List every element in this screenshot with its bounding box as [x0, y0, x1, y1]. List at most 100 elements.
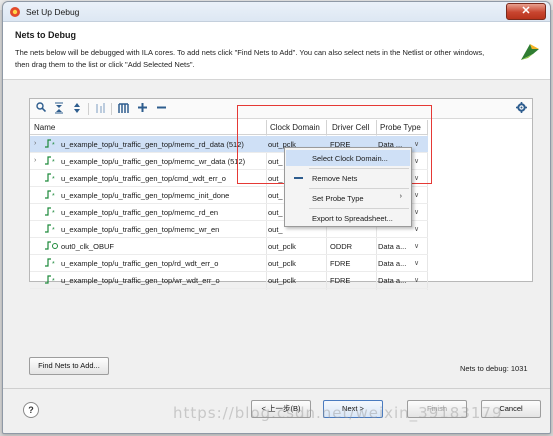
svg-text:*: * [52, 159, 55, 165]
remove-icon [294, 177, 303, 179]
net-name: u_example_top/u_traffic_gen_top/cmd_wdt_… [61, 174, 226, 183]
find-nets-button[interactable]: Find Nets to Add... [29, 357, 109, 375]
menu-item-set-probe-type[interactable]: Set Probe Type › [286, 190, 410, 206]
svg-text:*: * [52, 193, 55, 199]
chevron-down-icon[interactable]: ∨ [414, 191, 419, 199]
net-icon: * [45, 207, 59, 218]
net-name: out0_clk_OBUF [61, 242, 114, 251]
probe-type-cell[interactable]: Data a... [378, 242, 406, 251]
finish-button[interactable]: Finish [407, 400, 467, 418]
clock-net-icon [45, 241, 59, 252]
driver-cell: FDRE [330, 276, 351, 285]
net-icon: * [45, 190, 59, 201]
title-bar: Set Up Debug ✕ [3, 2, 550, 22]
expand-all-icon[interactable] [70, 102, 84, 116]
cancel-button[interactable]: Cancel [481, 400, 541, 418]
net-icon: * [45, 275, 59, 286]
clock-domain-cell[interactable]: out_pclk [268, 276, 296, 285]
page-header: Nets to Debug The nets below will be deb… [3, 22, 550, 80]
svg-text:*: * [52, 210, 55, 216]
columns-icon[interactable] [116, 102, 130, 116]
clock-domain-cell[interactable]: out_ [268, 174, 283, 183]
column-divider[interactable] [326, 120, 327, 135]
menu-item-label: Export to Spreadsheet... [312, 214, 393, 223]
net-icon: * [45, 139, 59, 150]
net-name: u_example_top/u_traffic_gen_top/rd_wdt_e… [61, 259, 219, 268]
menu-divider [309, 208, 409, 209]
menu-item-label: Select Clock Domain... [312, 154, 388, 163]
help-button[interactable]: ? [23, 402, 39, 418]
column-divider[interactable] [266, 120, 267, 135]
probe-type-cell[interactable]: Data a... [378, 276, 406, 285]
debug-window-icon [10, 7, 20, 17]
net-icon: * [45, 173, 59, 184]
driver-cell: ODDR [330, 242, 353, 251]
menu-item-label: Remove Nets [312, 174, 358, 183]
menu-item-export-spreadsheet[interactable]: Export to Spreadsheet... [286, 210, 410, 226]
column-divider[interactable] [376, 120, 377, 135]
chevron-down-icon[interactable]: ∨ [414, 174, 419, 182]
clock-domain-cell[interactable]: out_ [268, 157, 283, 166]
collapse-all-icon[interactable] [52, 102, 66, 116]
driver-cell: FDRE [330, 259, 351, 268]
table-row[interactable]: * u_example_top/u_traffic_gen_top/rd_wdt_… [30, 255, 428, 272]
page-description: The nets below will be debugged with ILA… [15, 48, 485, 69]
net-name: u_example_top/u_traffic_gen_top/wr_wdt_e… [61, 276, 220, 285]
submenu-arrow-icon: › [399, 193, 402, 200]
expand-arrow-icon[interactable]: › [34, 157, 36, 164]
net-icon: * [45, 224, 59, 235]
vivado-logo-icon [521, 44, 539, 60]
chevron-down-icon[interactable]: ∨ [414, 242, 419, 250]
column-header-clock-domain[interactable]: Clock Domain [270, 123, 320, 132]
toolbar-divider [88, 103, 89, 115]
column-header-driver-cell[interactable]: Driver Cell [332, 123, 369, 132]
svg-text:*: * [52, 142, 55, 148]
clock-domain-cell[interactable]: out_pclk [268, 259, 296, 268]
menu-item-label: Set Probe Type [312, 194, 364, 203]
net-name: u_example_top/u_traffic_gen_top/memc_ini… [61, 191, 230, 200]
net-name: u_example_top/u_traffic_gen_top/memc_rd_… [61, 140, 244, 149]
table-row[interactable]: * u_example_top/u_traffic_gen_top/wr_wdt_… [30, 272, 428, 289]
clock-domain-cell[interactable]: out_ [268, 191, 283, 200]
chevron-down-icon[interactable]: ∨ [414, 157, 419, 165]
nets-count: Nets to debug: 1031 [460, 364, 528, 373]
chevron-down-icon[interactable]: ∨ [414, 259, 419, 267]
chevron-down-icon[interactable]: ∨ [414, 140, 419, 148]
expand-arrow-icon[interactable]: › [34, 140, 36, 147]
chevron-down-icon[interactable]: ∨ [414, 208, 419, 216]
menu-item-remove-nets[interactable]: Remove Nets [286, 170, 410, 186]
close-button[interactable]: ✕ [506, 3, 546, 20]
menu-divider [309, 188, 409, 189]
clock-domain-cell[interactable]: out_ [268, 225, 283, 234]
net-icon: * [45, 258, 59, 269]
svg-text:*: * [52, 227, 55, 233]
chevron-down-icon[interactable]: ∨ [414, 225, 419, 233]
search-icon[interactable] [34, 102, 48, 116]
svg-text:*: * [52, 176, 55, 182]
column-header-probe-type[interactable]: Probe Type [380, 123, 421, 132]
next-button[interactable]: Next > [323, 400, 383, 418]
settings-icon[interactable] [514, 102, 528, 116]
table-row[interactable]: out0_clk_OBUF out_pclk ODDR Data a... ∨ [30, 238, 428, 255]
page-title: Nets to Debug [15, 30, 77, 40]
back-button[interactable]: < 上一步(B) [251, 400, 311, 418]
chevron-down-icon[interactable]: ∨ [414, 276, 419, 284]
remove-icon[interactable] [154, 102, 168, 116]
sort-icon[interactable] [93, 102, 107, 116]
footer-divider [3, 388, 550, 389]
toolbar-divider [111, 103, 112, 115]
clock-domain-cell[interactable]: out_ [268, 208, 283, 217]
nets-toolbar [30, 99, 532, 119]
menu-item-select-clock-domain[interactable]: Select Clock Domain... [286, 150, 410, 166]
net-icon: * [45, 156, 59, 167]
column-header-name[interactable]: Name [34, 123, 55, 132]
svg-text:*: * [52, 278, 55, 284]
svg-text:*: * [52, 261, 55, 267]
net-name: u_example_top/u_traffic_gen_top/memc_rd_… [61, 208, 219, 217]
nets-panel: Name Clock Domain Driver Cell Probe Type… [29, 98, 533, 290]
add-icon[interactable] [135, 102, 149, 116]
probe-type-cell[interactable]: Data a... [378, 259, 406, 268]
clock-domain-cell[interactable]: out_pclk [268, 242, 296, 251]
net-name: u_example_top/u_traffic_gen_top/memc_wr_… [61, 225, 220, 234]
setup-debug-dialog: Set Up Debug ✕ Nets to Debug The nets be… [2, 1, 551, 434]
